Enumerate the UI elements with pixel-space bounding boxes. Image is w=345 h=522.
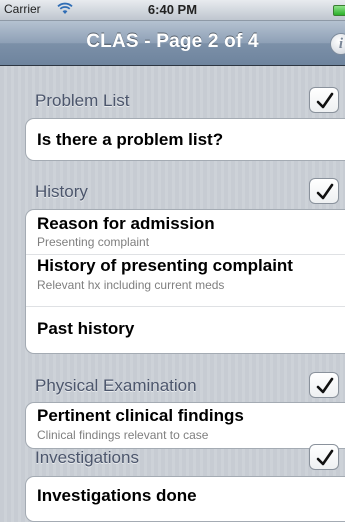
- section-title: Problem List: [35, 91, 130, 110]
- section-header-problem-list: Problem List: [0, 85, 345, 115]
- list-item[interactable]: Reason for admission Presenting complain…: [26, 210, 345, 255]
- page-title: CLAS - Page 2 of 4: [86, 31, 259, 52]
- status-time: 6:40 PM: [147, 2, 198, 17]
- list-item[interactable]: History of presenting complaint Relevant…: [26, 255, 345, 307]
- item-title: Reason for admission: [37, 214, 215, 233]
- list-item[interactable]: Is there a problem list?: [26, 119, 345, 160]
- section-group-problem-list: Is there a problem list?: [25, 118, 345, 161]
- info-icon[interactable]: i: [330, 33, 345, 55]
- content-top-gap: [0, 66, 345, 85]
- status-bar: Carrier 6:40 PM: [0, 0, 345, 21]
- item-title: Investigations done: [37, 486, 197, 505]
- section-checkbox-history[interactable]: [309, 178, 339, 204]
- section-header-history: History: [0, 176, 345, 206]
- section-checkbox-investigations[interactable]: [309, 444, 339, 470]
- navigation-bar: CLAS - Page 2 of 4 i: [0, 21, 345, 66]
- item-subtitle: Presenting complaint: [37, 235, 150, 249]
- checkmark-icon: [316, 449, 334, 466]
- item-title: Pertinent clinical findings: [37, 406, 244, 425]
- checkmark-icon: [316, 92, 334, 109]
- list-item[interactable]: Investigations done: [26, 477, 345, 521]
- section-header-investigations: Investigations: [0, 442, 345, 472]
- item-title: Is there a problem list?: [37, 130, 224, 149]
- section-group-investigations: Investigations done: [25, 476, 345, 522]
- item-subtitle: Clinical findings relevant to case: [37, 428, 209, 442]
- checkmark-icon: [316, 183, 334, 200]
- section-title: Investigations: [35, 448, 139, 467]
- checkmark-icon: [316, 377, 334, 394]
- section-checkbox-physical-examination[interactable]: [309, 372, 339, 398]
- section-checkbox-problem-list[interactable]: [309, 87, 339, 113]
- section-header-physical-examination: Physical Examination: [0, 370, 345, 400]
- section-title: History: [35, 182, 88, 201]
- item-title: History of presenting complaint: [37, 256, 293, 275]
- section-title: Physical Examination: [35, 376, 197, 395]
- checklist-table[interactable]: Problem List Is there a problem list? Hi…: [0, 85, 345, 522]
- section-group-history: Reason for admission Presenting complain…: [25, 209, 345, 354]
- list-item[interactable]: Past history: [26, 307, 345, 353]
- item-subtitle: Relevant hx including current meds: [37, 278, 225, 292]
- item-title: Past history: [37, 319, 135, 338]
- battery-icon: [333, 5, 345, 16]
